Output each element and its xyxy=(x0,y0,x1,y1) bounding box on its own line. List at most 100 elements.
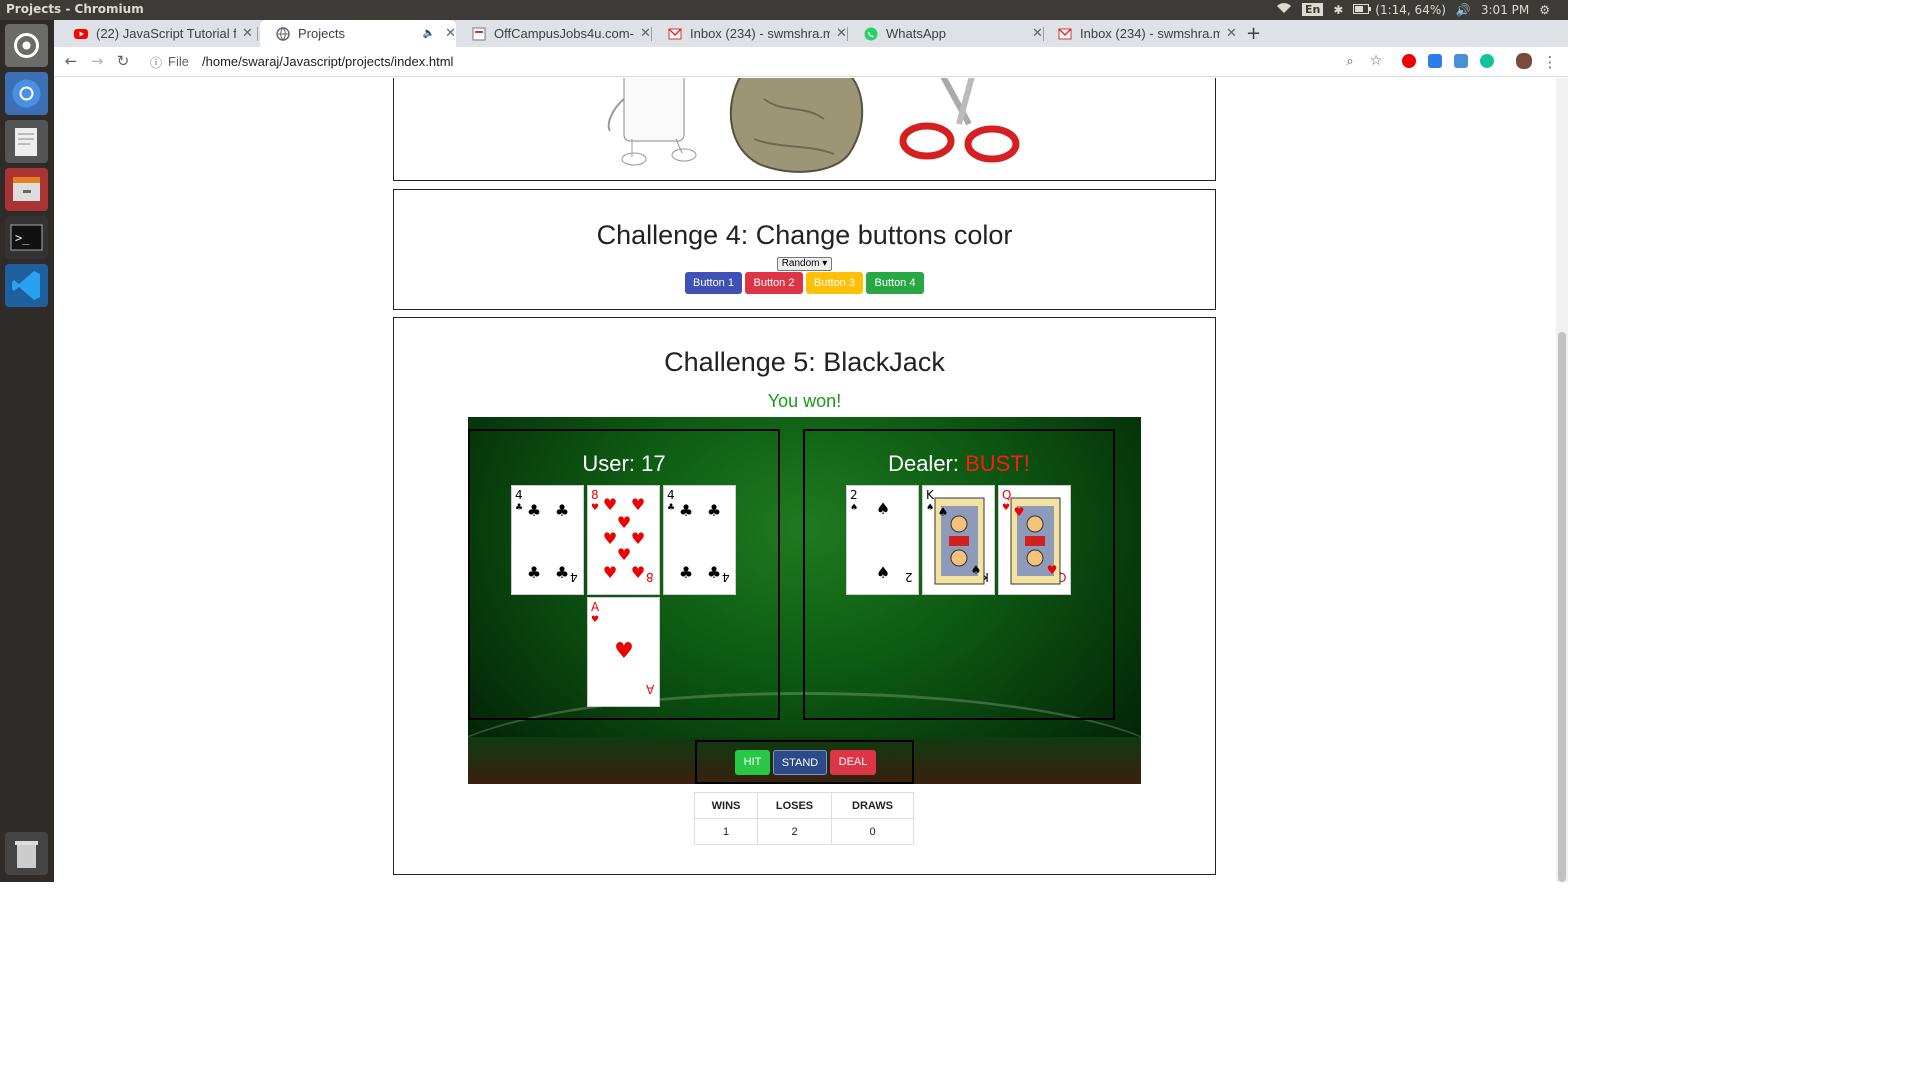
user-score: 17 xyxy=(641,451,666,476)
unity-launcher: >_ xyxy=(0,20,54,882)
card-rank: 4 xyxy=(722,570,730,584)
svg-text:♣: ♣ xyxy=(667,503,675,513)
settings-gear-icon[interactable]: ⚙ xyxy=(1539,3,1550,17)
vscode-launcher-icon[interactable] xyxy=(5,264,48,307)
clubs-pip: ♣ xyxy=(707,501,721,520)
audio-playing-icon[interactable]: 🔈 xyxy=(423,28,435,39)
files-launcher-icon[interactable] xyxy=(5,168,48,211)
user-card-1: 4 ♣ 4 ♣ ♣ ♣ ♣ xyxy=(511,485,584,595)
card-rank: 4 xyxy=(570,570,578,584)
deal-button[interactable]: DEAL xyxy=(830,750,876,775)
zoom-icon[interactable]: ⌕ xyxy=(1340,54,1360,69)
svg-text:♥: ♥ xyxy=(591,503,599,513)
tab-whatsapp[interactable]: WhatsApp ✕ xyxy=(848,20,1044,47)
card-rank: 4 xyxy=(515,488,523,502)
close-icon[interactable]: ✕ xyxy=(1226,26,1237,41)
system-top-bar: Projects - Chromium En ✱ (1:14, 64%) 🔊 3… xyxy=(0,0,1568,20)
chromium-launcher-icon[interactable] xyxy=(5,72,48,115)
user-card-2: 8 ♥ 8 ♥ ♥ ♥ ♥ ♥ ♥ ♥ ♥ xyxy=(587,485,660,595)
user-card-3: 4 ♣ 4 ♣ ♣ ♣ ♣ xyxy=(663,485,736,595)
button-1[interactable]: Button 1 xyxy=(685,272,742,294)
hit-button[interactable]: HIT xyxy=(735,750,770,775)
menu-kebab-icon[interactable]: ⋮ xyxy=(1540,53,1560,71)
reload-icon[interactable]: ↻ xyxy=(113,52,133,70)
clubs-pip: ♣ xyxy=(679,563,693,582)
extension-blue-icon[interactable] xyxy=(1428,54,1442,68)
wins-header: WINS xyxy=(694,792,758,819)
button-2[interactable]: Button 2 xyxy=(745,272,803,294)
keyboard-layout-indicator[interactable]: En xyxy=(1302,3,1324,16)
text-editor-launcher-icon[interactable] xyxy=(5,120,48,163)
close-icon[interactable]: ✕ xyxy=(242,26,253,41)
profile-avatar[interactable] xyxy=(1516,53,1532,69)
spades-pip: ♠ xyxy=(876,563,890,582)
svg-text:♣: ♣ xyxy=(515,503,523,513)
tab-label: WhatsApp xyxy=(886,26,946,41)
challenge5-container: Challenge 5: BlackJack You won! User: 17… xyxy=(393,317,1216,875)
page-scrollbar[interactable] xyxy=(1556,78,1568,882)
card-rank: 4 xyxy=(667,488,675,502)
window-title: Projects - Chromium xyxy=(6,2,144,16)
new-tab-plus-icon[interactable]: + xyxy=(1246,23,1261,44)
blackjack-table: User: 17 4 ♣ 4 ♣ ♣ ♣ ♣ 8 ♥ 8 ♥ ♥ ♥ ♥ ♥ ♥ ♥ ♥ 4 ♣ 4 ♣ ♣ ♣ ♣ A ♥ A… xyxy=(468,417,1141,784)
battery-indicator[interactable]: (1:14, 64%) xyxy=(1353,2,1446,17)
bluetooth-icon[interactable]: ✱ xyxy=(1333,3,1343,17)
url-scheme-label: File xyxy=(168,54,189,69)
site-info-icon[interactable]: ⓘ xyxy=(150,54,162,71)
challenge5-title: Challenge 5: BlackJack xyxy=(664,347,945,377)
volume-icon[interactable]: 🔊 xyxy=(1456,3,1471,17)
back-arrow-icon[interactable]: ← xyxy=(61,52,81,70)
score-table-header-row: WINS LOSES DRAWS xyxy=(694,792,914,819)
wifi-icon[interactable] xyxy=(1276,2,1292,17)
tab-offcampusjobs[interactable]: OffCampusJobs4u.com-C ✕ xyxy=(456,20,652,47)
clock[interactable]: 3:01 PM xyxy=(1481,3,1529,17)
opera-extension-icon[interactable] xyxy=(1402,54,1416,68)
tab-label: Inbox (234) - swmshra.mis xyxy=(690,26,830,41)
forward-arrow-icon[interactable]: → xyxy=(87,52,107,70)
rock-image xyxy=(729,78,864,173)
challenge4-container: Challenge 4: Change buttons color Random… xyxy=(393,189,1216,310)
dealer-card-1: 2 ♠ 2 ♠ ♠ xyxy=(846,485,919,595)
svg-text:♥: ♥ xyxy=(591,615,599,625)
tab-gmail-2[interactable]: Inbox (234) - swmshra.mis ✕ xyxy=(1042,20,1238,47)
scrollbar-thumb[interactable] xyxy=(1558,332,1566,882)
tab-gmail-1[interactable]: Inbox (234) - swmshra.mis ✕ xyxy=(652,20,848,47)
button-4[interactable]: Button 4 xyxy=(866,272,924,294)
paper-image xyxy=(607,78,697,166)
hearts-pip: ♥ xyxy=(1047,563,1058,577)
close-icon[interactable]: ✕ xyxy=(836,26,847,41)
clubs-pip: ♣ xyxy=(527,563,541,582)
dealer-score: BUST! xyxy=(965,451,1030,476)
card-rank: Q xyxy=(1002,488,1011,502)
battery-text: (1:14, 64%) xyxy=(1375,2,1446,17)
button-3[interactable]: Button 3 xyxy=(806,272,863,294)
hearts-pip: ♥ xyxy=(603,495,617,514)
terminal-launcher-icon[interactable]: >_ xyxy=(5,216,48,259)
grammarly-icon[interactable] xyxy=(1480,54,1494,68)
clubs-pip: ♣ xyxy=(555,501,569,520)
spades-pip: ♠ xyxy=(938,505,949,519)
tab-youtube[interactable]: (22) JavaScript Tutorial fo ✕ xyxy=(58,20,258,47)
result-message: You won! xyxy=(767,391,842,411)
tab-label: Projects xyxy=(298,26,345,41)
dash-home-icon[interactable] xyxy=(5,24,48,67)
dealer-score-heading: Dealer: BUST! xyxy=(805,451,1113,477)
card-rank: A xyxy=(645,682,654,696)
close-icon[interactable]: ✕ xyxy=(445,26,456,41)
battery-icon xyxy=(1353,3,1372,14)
close-icon[interactable]: ✕ xyxy=(640,26,651,41)
draws-header: DRAWS xyxy=(831,792,914,819)
tab-projects[interactable]: Projects 🔈 ✕ xyxy=(260,20,456,47)
extension-screenshot-icon[interactable] xyxy=(1454,54,1468,68)
color-mode-select[interactable]: Random ▾ xyxy=(777,257,832,271)
address-bar[interactable]: /home/swaraj/Javascript/projects/index.h… xyxy=(202,54,453,69)
trash-launcher-icon[interactable] xyxy=(5,832,48,875)
hearts-pip: ♥ xyxy=(1014,505,1025,519)
stand-button[interactable]: STAND xyxy=(773,750,827,775)
page-viewport: Challenge 4: Change buttons color Random… xyxy=(54,78,1556,882)
game-controls: HIT STAND DEAL xyxy=(695,740,914,784)
user-label: User: xyxy=(582,451,642,476)
clubs-pip: ♣ xyxy=(555,563,569,582)
loses-header: LOSES xyxy=(757,792,832,819)
bookmark-star-icon[interactable]: ☆ xyxy=(1366,53,1386,69)
